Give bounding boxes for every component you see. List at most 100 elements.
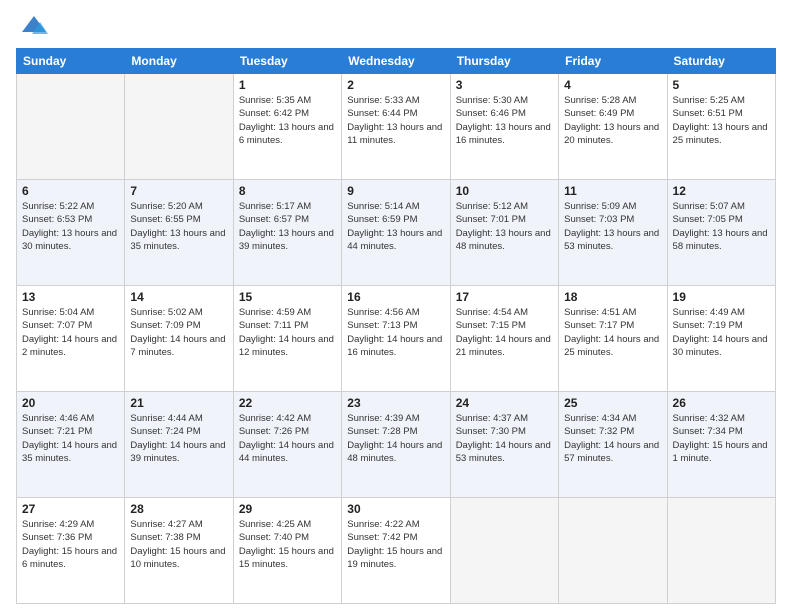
day-number: 5: [673, 78, 770, 92]
week-row-1: 1 Sunrise: 5:35 AM Sunset: 6:42 PM Daylig…: [17, 74, 776, 180]
day-number: 1: [239, 78, 336, 92]
week-row-5: 27Sunrise: 4:29 AM Sunset: 7:36 PM Dayli…: [17, 498, 776, 604]
day-number: 18: [564, 290, 661, 304]
day-number: 26: [673, 396, 770, 410]
weekday-tuesday: Tuesday: [233, 49, 341, 74]
day-number: 7: [130, 184, 227, 198]
day-info: Sunrise: 4:27 AM Sunset: 7:38 PM Dayligh…: [130, 518, 227, 571]
day-info: Sunrise: 4:44 AM Sunset: 7:24 PM Dayligh…: [130, 412, 227, 465]
calendar-cell: 22Sunrise: 4:42 AM Sunset: 7:26 PM Dayli…: [233, 392, 341, 498]
weekday-saturday: Saturday: [667, 49, 775, 74]
day-number: 22: [239, 396, 336, 410]
day-info: Sunrise: 4:46 AM Sunset: 7:21 PM Dayligh…: [22, 412, 119, 465]
day-info: Sunrise: 5:17 AM Sunset: 6:57 PM Dayligh…: [239, 200, 336, 253]
calendar-cell: 7 Sunrise: 5:20 AM Sunset: 6:55 PM Daylig…: [125, 180, 233, 286]
day-info: Sunrise: 5:22 AM Sunset: 6:53 PM Dayligh…: [22, 200, 119, 253]
day-number: 11: [564, 184, 661, 198]
logo: [16, 12, 48, 40]
calendar-cell: 16 Sunrise: 4:56 AM Sunset: 7:13 PM Dayli…: [342, 286, 450, 392]
calendar-cell: 24 Sunrise: 4:37 AM Sunset: 7:30 PM Dayli…: [450, 392, 558, 498]
day-info: Sunrise: 4:25 AM Sunset: 7:40 PM Dayligh…: [239, 518, 336, 571]
day-number: 30: [347, 502, 444, 516]
day-number: 2: [347, 78, 444, 92]
week-row-4: 20 Sunrise: 4:46 AM Sunset: 7:21 PM Dayli…: [17, 392, 776, 498]
day-number: 9: [347, 184, 444, 198]
calendar-cell: 1 Sunrise: 5:35 AM Sunset: 6:42 PM Daylig…: [233, 74, 341, 180]
day-info: Sunrise: 4:34 AM Sunset: 7:32 PM Dayligh…: [564, 412, 661, 465]
calendar-cell: [17, 74, 125, 180]
day-number: 29: [239, 502, 336, 516]
day-info: Sunrise: 4:51 AM Sunset: 7:17 PM Dayligh…: [564, 306, 661, 359]
weekday-friday: Friday: [559, 49, 667, 74]
calendar-cell: 26 Sunrise: 4:32 AM Sunset: 7:34 PM Dayli…: [667, 392, 775, 498]
day-info: Sunrise: 4:37 AM Sunset: 7:30 PM Dayligh…: [456, 412, 553, 465]
calendar-cell: 13 Sunrise: 5:04 AM Sunset: 7:07 PM Dayli…: [17, 286, 125, 392]
calendar-cell: [559, 498, 667, 604]
day-number: 20: [22, 396, 119, 410]
calendar-cell: 8 Sunrise: 5:17 AM Sunset: 6:57 PM Daylig…: [233, 180, 341, 286]
calendar-cell: 2 Sunrise: 5:33 AM Sunset: 6:44 PM Daylig…: [342, 74, 450, 180]
day-info: Sunrise: 5:33 AM Sunset: 6:44 PM Dayligh…: [347, 94, 444, 147]
calendar-cell: 21 Sunrise: 4:44 AM Sunset: 7:24 PM Dayli…: [125, 392, 233, 498]
calendar-cell: 18 Sunrise: 4:51 AM Sunset: 7:17 PM Dayli…: [559, 286, 667, 392]
page-header: [16, 12, 776, 40]
day-number: 16: [347, 290, 444, 304]
day-number: 10: [456, 184, 553, 198]
day-info: Sunrise: 4:54 AM Sunset: 7:15 PM Dayligh…: [456, 306, 553, 359]
calendar-cell: 20 Sunrise: 4:46 AM Sunset: 7:21 PM Dayli…: [17, 392, 125, 498]
day-number: 21: [130, 396, 227, 410]
day-info: Sunrise: 5:04 AM Sunset: 7:07 PM Dayligh…: [22, 306, 119, 359]
weekday-monday: Monday: [125, 49, 233, 74]
day-number: 15: [239, 290, 336, 304]
calendar-cell: 17 Sunrise: 4:54 AM Sunset: 7:15 PM Dayli…: [450, 286, 558, 392]
day-number: 8: [239, 184, 336, 198]
day-info: Sunrise: 4:49 AM Sunset: 7:19 PM Dayligh…: [673, 306, 770, 359]
day-info: Sunrise: 5:12 AM Sunset: 7:01 PM Dayligh…: [456, 200, 553, 253]
week-row-2: 6 Sunrise: 5:22 AM Sunset: 6:53 PM Daylig…: [17, 180, 776, 286]
calendar-cell: 28Sunrise: 4:27 AM Sunset: 7:38 PM Dayli…: [125, 498, 233, 604]
day-info: Sunrise: 5:07 AM Sunset: 7:05 PM Dayligh…: [673, 200, 770, 253]
calendar-cell: 3Sunrise: 5:30 AM Sunset: 6:46 PM Daylig…: [450, 74, 558, 180]
day-info: Sunrise: 4:59 AM Sunset: 7:11 PM Dayligh…: [239, 306, 336, 359]
calendar-cell: 4Sunrise: 5:28 AM Sunset: 6:49 PM Daylig…: [559, 74, 667, 180]
calendar-cell: 29 Sunrise: 4:25 AM Sunset: 7:40 PM Dayli…: [233, 498, 341, 604]
day-info: Sunrise: 5:35 AM Sunset: 6:42 PM Dayligh…: [239, 94, 336, 147]
day-number: 12: [673, 184, 770, 198]
day-number: 17: [456, 290, 553, 304]
calendar-cell: 5 Sunrise: 5:25 AM Sunset: 6:51 PM Daylig…: [667, 74, 775, 180]
day-info: Sunrise: 5:09 AM Sunset: 7:03 PM Dayligh…: [564, 200, 661, 253]
day-number: 24: [456, 396, 553, 410]
day-number: 19: [673, 290, 770, 304]
day-info: Sunrise: 4:56 AM Sunset: 7:13 PM Dayligh…: [347, 306, 444, 359]
calendar-cell: 30 Sunrise: 4:22 AM Sunset: 7:42 PM Dayli…: [342, 498, 450, 604]
calendar-cell: [450, 498, 558, 604]
day-number: 23: [347, 396, 444, 410]
day-number: 13: [22, 290, 119, 304]
calendar-cell: [667, 498, 775, 604]
day-info: Sunrise: 5:25 AM Sunset: 6:51 PM Dayligh…: [673, 94, 770, 147]
calendar-cell: 25Sunrise: 4:34 AM Sunset: 7:32 PM Dayli…: [559, 392, 667, 498]
day-info: Sunrise: 4:22 AM Sunset: 7:42 PM Dayligh…: [347, 518, 444, 571]
day-info: Sunrise: 4:39 AM Sunset: 7:28 PM Dayligh…: [347, 412, 444, 465]
day-number: 6: [22, 184, 119, 198]
calendar-cell: 9 Sunrise: 5:14 AM Sunset: 6:59 PM Daylig…: [342, 180, 450, 286]
day-info: Sunrise: 5:14 AM Sunset: 6:59 PM Dayligh…: [347, 200, 444, 253]
day-info: Sunrise: 5:02 AM Sunset: 7:09 PM Dayligh…: [130, 306, 227, 359]
day-info: Sunrise: 4:32 AM Sunset: 7:34 PM Dayligh…: [673, 412, 770, 465]
day-number: 14: [130, 290, 227, 304]
logo-icon: [20, 12, 48, 40]
calendar-cell: 15 Sunrise: 4:59 AM Sunset: 7:11 PM Dayli…: [233, 286, 341, 392]
calendar-cell: 12 Sunrise: 5:07 AM Sunset: 7:05 PM Dayli…: [667, 180, 775, 286]
day-number: 4: [564, 78, 661, 92]
weekday-wednesday: Wednesday: [342, 49, 450, 74]
weekday-sunday: Sunday: [17, 49, 125, 74]
day-info: Sunrise: 5:20 AM Sunset: 6:55 PM Dayligh…: [130, 200, 227, 253]
day-info: Sunrise: 4:29 AM Sunset: 7:36 PM Dayligh…: [22, 518, 119, 571]
calendar-cell: 27Sunrise: 4:29 AM Sunset: 7:36 PM Dayli…: [17, 498, 125, 604]
week-row-3: 13 Sunrise: 5:04 AM Sunset: 7:07 PM Dayli…: [17, 286, 776, 392]
day-info: Sunrise: 5:30 AM Sunset: 6:46 PM Dayligh…: [456, 94, 553, 147]
calendar-cell: 14 Sunrise: 5:02 AM Sunset: 7:09 PM Dayli…: [125, 286, 233, 392]
calendar-cell: [125, 74, 233, 180]
calendar-cell: 23 Sunrise: 4:39 AM Sunset: 7:28 PM Dayli…: [342, 392, 450, 498]
weekday-header-row: SundayMondayTuesdayWednesdayThursdayFrid…: [17, 49, 776, 74]
